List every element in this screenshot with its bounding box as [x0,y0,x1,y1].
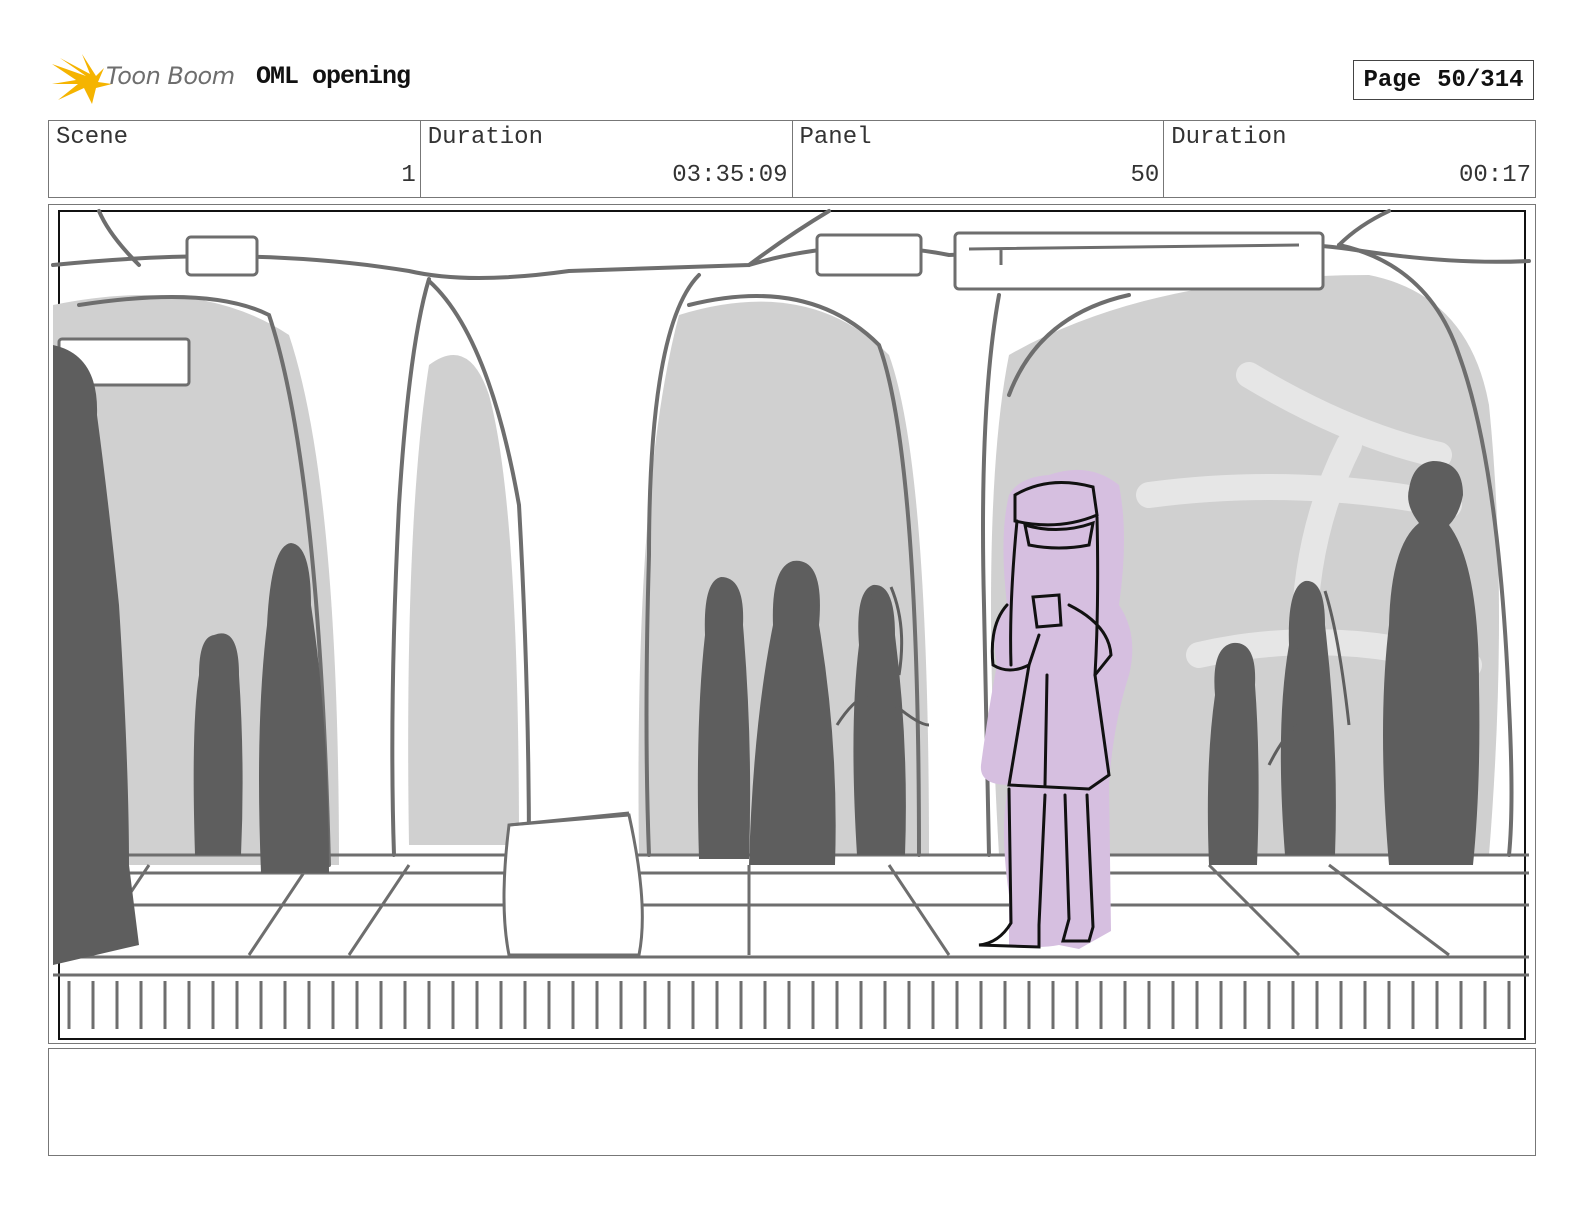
scene-value: 1 [401,162,416,189]
scene-cell: Scene 1 [49,121,421,197]
silhouette-6 [1207,642,1259,865]
scene-duration-label: Duration [427,124,543,151]
panel-duration-cell: Duration 00:17 [1164,121,1535,197]
logo-burst-icon [52,54,112,104]
panel-notes-box [48,1048,1536,1156]
silhouette-3 [697,577,751,859]
page-label: Page [1363,66,1422,94]
panel-sketch [51,209,1531,1040]
scene-duration-cell: Duration 03:35:09 [421,121,793,197]
panel-duration-value: 00:17 [1458,162,1531,189]
panel-info-table: Scene 1 Duration 03:35:09 Panel 50 Durat… [48,120,1536,198]
panel-value: 50 [1130,162,1160,189]
silhouette-1 [193,633,243,855]
project-title: OML opening [256,62,411,91]
panel-duration-label: Duration [1171,124,1287,151]
page-number: 50/314 [1437,66,1524,94]
page-indicator: Page 50/314 [1353,60,1534,100]
logo-text: Toon Boom [106,62,235,90]
panel-cell: Panel 50 [793,121,1165,197]
platform-edge-ticks [67,981,1511,1029]
scene-label: Scene [56,124,129,151]
storyboard-panel [48,204,1536,1044]
panel-label: Panel [799,124,872,151]
scene-duration-value: 03:35:09 [672,162,788,189]
